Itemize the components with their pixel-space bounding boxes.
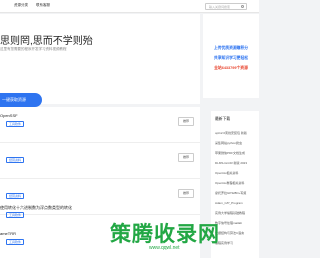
latest-download-item[interactable]: DLMS-GnCR 新版 2023 (215, 161, 247, 165)
promo-share-text: 共享知识学习更轻松 (213, 56, 249, 60)
watermark-url: www.qqwl.net (149, 245, 180, 251)
list-item-button[interactable]: 推荐 (178, 153, 194, 162)
promo-upload-text: 上传优质资源赚积分 (213, 46, 249, 50)
list-item-tag[interactable]: 工具软件 (6, 239, 25, 245)
list-item-button[interactable]: 推荐 (178, 117, 194, 126)
latest-download-item[interactable]: 苹果微信PDF文档生成 (215, 151, 245, 155)
search-box[interactable]: 输入关键词搜索 (205, 3, 247, 10)
search-input[interactable]: 输入关键词搜索 (209, 5, 230, 9)
list-item[interactable]: 经营资料 推荐 (0, 143, 200, 179)
latest-download-item[interactable]: 实例大学编程基础教程 (215, 211, 245, 215)
latest-download-item[interactable]: OpenGL教程相关资料 (215, 181, 244, 185)
hero-subtitle: 这里有您需要的程序开发学习资料视频教程 (0, 47, 67, 51)
list-item-title[interactable]: 使用转化十六进制数为浮点数类型的转化 (0, 205, 72, 211)
latest-download-item[interactable]: Adam_C/P_Program (215, 201, 243, 205)
latest-download-item[interactable]: 采集网站python爬虫 (215, 141, 242, 145)
latest-download-item[interactable]: opt12.0离线安装包 新版 (215, 131, 247, 135)
top-navigation-bar: 资源分类 联系客服 输入关键词搜索 (0, 0, 259, 13)
list-item-title[interactable]: OpenSSF (0, 113, 18, 118)
list-item-tag[interactable]: 工具软件 (6, 121, 25, 127)
list-item-tag[interactable]: 经营资料 (6, 157, 25, 163)
get-resources-button[interactable]: 一键获取资源 (0, 93, 42, 107)
search-icon[interactable] (241, 5, 244, 8)
promo-count-text: 全站6433799个资源 (214, 66, 248, 70)
list-item[interactable]: OpenSSF 工具软件 推荐 (0, 107, 200, 143)
hero-title: 思则罔,思而不学则殆 (0, 36, 93, 47)
get-resources-button-label: 一键获取资源 (2, 97, 26, 102)
promo-panel: 上传优质资源赚积分 共享知识学习更轻松 全站6433799个资源 (203, 14, 259, 98)
latest-downloads-heading: 最新下载 (215, 117, 231, 121)
list-item-tag[interactable]: 工具软件 (6, 212, 25, 218)
nav-item-contact-support[interactable]: 联系客服 (36, 3, 50, 8)
list-item-title[interactable]: ameTRR (0, 231, 16, 236)
latest-download-item[interactable]: 摩托罗拉GP328D+写频 (215, 191, 246, 195)
watermark-text: 策腾收录网 (110, 223, 220, 246)
hero-banner: 思则罔,思而不学则殆 这里有您需要的程序开发学习资料视频教程 一键获取资源 (0, 14, 200, 107)
latest-download-item[interactable]: OpenGL相关资料 (215, 171, 238, 175)
nav-item-resource-categories[interactable]: 资源分类 (14, 3, 28, 8)
